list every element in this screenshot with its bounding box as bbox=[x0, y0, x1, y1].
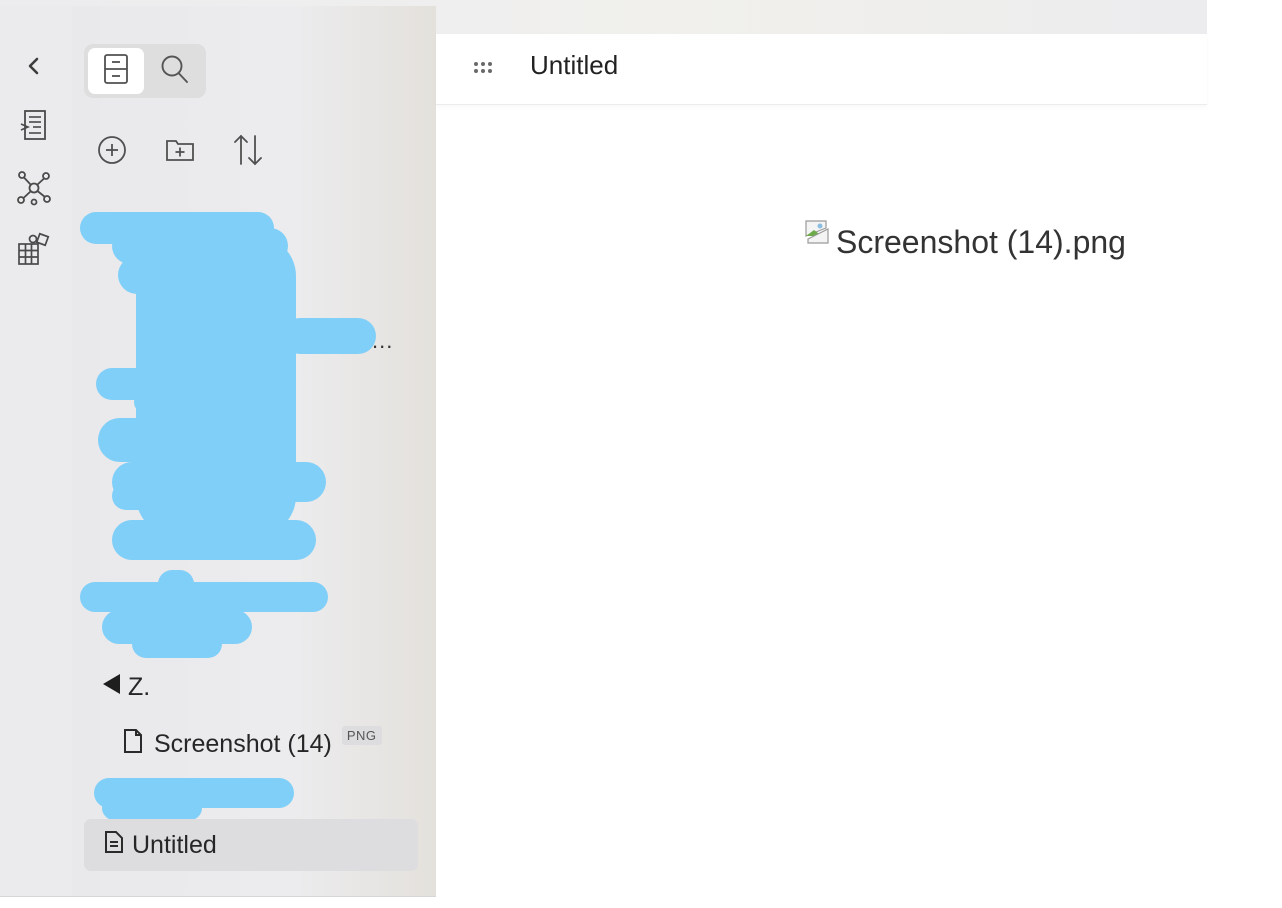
collapse-sidebar-button[interactable] bbox=[14, 48, 54, 88]
file-item-untitled[interactable]: Untitled bbox=[104, 830, 217, 861]
folder-item-z[interactable]: Z. bbox=[100, 672, 150, 703]
new-note-icon bbox=[96, 134, 128, 171]
file-icon bbox=[122, 728, 144, 761]
active-file-label: Untitled bbox=[132, 831, 217, 859]
files-icon bbox=[101, 52, 131, 91]
tab-search[interactable] bbox=[146, 48, 202, 94]
folder-label: Z. bbox=[128, 673, 151, 701]
app-frame: ... Z. Screenshot (14) PNG Untitled Unti… bbox=[0, 0, 1207, 897]
quick-switcher-button[interactable] bbox=[14, 108, 54, 148]
tab-files[interactable] bbox=[88, 48, 144, 94]
canvas-icon bbox=[16, 232, 52, 273]
editor-header: Untitled bbox=[436, 34, 1207, 105]
graph-view-icon bbox=[16, 170, 52, 211]
editor-pane: Untitled Screenshot (14).png bbox=[436, 34, 1207, 897]
open-quick-switcher-icon bbox=[19, 109, 49, 148]
new-folder-button[interactable] bbox=[160, 132, 200, 172]
graph-view-button[interactable] bbox=[14, 170, 54, 210]
canvas-button[interactable] bbox=[14, 232, 54, 272]
file-type-badge: PNG bbox=[341, 726, 382, 745]
new-note-button[interactable] bbox=[92, 132, 132, 172]
chevron-left-icon bbox=[26, 56, 42, 81]
note-title[interactable]: Untitled bbox=[530, 50, 618, 81]
left-ribbon bbox=[0, 6, 72, 896]
sidebar-tab-group bbox=[84, 44, 206, 98]
app-window: ... Z. Screenshot (14) PNG Untitled Unti… bbox=[0, 0, 1282, 908]
sort-icon bbox=[230, 132, 266, 173]
sort-button[interactable] bbox=[228, 132, 268, 172]
tab-grip-icon[interactable] bbox=[472, 60, 498, 81]
truncated-item-ellipsis: ... bbox=[372, 328, 394, 353]
embedded-image[interactable]: Screenshot (14).png bbox=[804, 220, 1126, 261]
broken-image-icon bbox=[804, 216, 834, 253]
new-folder-icon bbox=[164, 136, 196, 169]
collapse-triangle-icon bbox=[100, 672, 122, 703]
file-explorer-sidebar: ... Z. Screenshot (14) PNG Untitled bbox=[72, 6, 436, 896]
file-item-screenshot[interactable]: Screenshot (14) PNG bbox=[122, 726, 382, 761]
image-alt-text: Screenshot (14).png bbox=[836, 224, 1126, 260]
file-label: Screenshot (14) bbox=[154, 730, 332, 758]
document-icon bbox=[104, 830, 124, 861]
search-icon bbox=[159, 53, 189, 90]
